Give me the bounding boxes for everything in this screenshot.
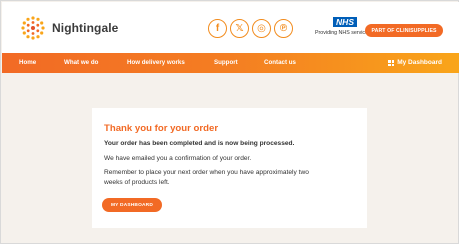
nav-how-delivery-works[interactable]: How delivery works (127, 53, 185, 73)
reminder-text-line-2: weeks of products left. (104, 179, 170, 186)
reminder-text-line-1: Remember to place your next order when y… (104, 169, 309, 176)
brand-name[interactable]: Nightingale (52, 21, 118, 35)
nhs-badge: NHS Providing NHS services (315, 17, 371, 39)
part-of-label: PART OF CLINISUPPLIES (371, 27, 437, 34)
x-twitter-icon[interactable]: 𝕏 (230, 19, 249, 38)
confirmation-title: Thank you for your order (104, 123, 219, 134)
nav-what-we-do[interactable]: What we do (64, 53, 98, 73)
order-confirmation-card: Thank you for your order Your order has … (92, 108, 367, 228)
page-frame: Nightingale f 𝕏 ◎ ℗ NHS Providing NHS se… (0, 0, 459, 244)
nav-support[interactable]: Support (214, 53, 238, 73)
nhs-services-text: Providing NHS services (315, 30, 371, 36)
main-nav: Home What we do How delivery works Suppo… (2, 53, 459, 73)
my-dashboard-link[interactable]: My Dashboard (388, 53, 442, 73)
nhs-logo: NHS (333, 17, 357, 27)
facebook-icon[interactable]: f (208, 19, 227, 38)
order-processed-text: Your order has been completed and is now… (104, 140, 295, 147)
nav-home[interactable]: Home (19, 53, 36, 73)
nightingale-logo-icon[interactable] (20, 15, 46, 41)
dashboard-grid-icon (388, 60, 395, 66)
nav-contact-us[interactable]: Contact us (264, 53, 296, 73)
site-header: Nightingale f 𝕏 ◎ ℗ NHS Providing NHS se… (2, 2, 459, 53)
pinterest-icon[interactable]: ℗ (274, 19, 293, 38)
instagram-icon[interactable]: ◎ (252, 19, 271, 38)
part-of-clinisupplies-button[interactable]: PART OF CLINISUPPLIES (365, 24, 443, 37)
my-dashboard-button-label: MY DASHBOARD (110, 202, 154, 208)
email-confirmation-text: We have emailed you a confirmation of yo… (104, 155, 252, 162)
my-dashboard-button[interactable]: MY DASHBOARD (102, 198, 162, 212)
my-dashboard-label: My Dashboard (397, 59, 442, 66)
